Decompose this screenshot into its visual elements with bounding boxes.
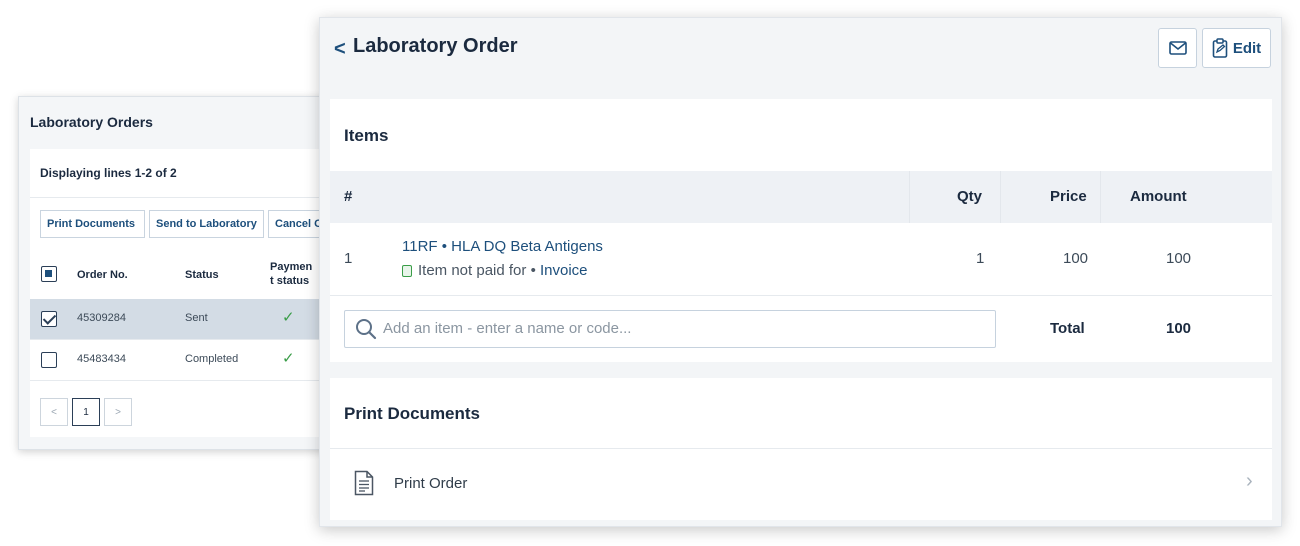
send-to-laboratory-button[interactable]: Send to Laboratory xyxy=(149,210,264,238)
payment-status-line: Item not paid for • Invoice xyxy=(402,262,588,279)
edit-label: Edit xyxy=(1232,39,1262,57)
order-number: 45309284 xyxy=(77,312,126,324)
prev-page-button[interactable]: < xyxy=(40,398,68,426)
divider xyxy=(330,295,1272,296)
col-price: Price xyxy=(1050,188,1087,205)
paid-check-icon: ✓ xyxy=(282,309,295,326)
order-status: Sent xyxy=(185,312,208,324)
laboratory-order-panel: < Laboratory Order Edit Items # Qty Pric… xyxy=(319,17,1282,527)
items-card: Items # Qty Price Amount 1 11RF • HLA DQ… xyxy=(330,99,1272,362)
lines-info: Displaying lines 1-2 of 2 xyxy=(40,166,177,180)
order-header: < Laboratory Order Edit xyxy=(320,18,1281,98)
divider xyxy=(1000,171,1001,223)
item-amount: 100 xyxy=(1166,250,1192,267)
divider xyxy=(909,171,910,223)
edit-button[interactable]: Edit xyxy=(1202,28,1271,68)
invoice-link[interactable]: Invoice xyxy=(540,262,588,279)
select-all-checkbox[interactable] xyxy=(41,266,57,282)
order-status: Completed xyxy=(185,353,239,365)
back-chevron-icon[interactable]: < xyxy=(334,38,346,61)
page-1-button[interactable]: 1 xyxy=(72,398,100,426)
next-page-button[interactable]: > xyxy=(104,398,132,426)
col-order-no: Order No. xyxy=(77,269,128,281)
orders-panel-title: Laboratory Orders xyxy=(30,114,153,130)
col-payment-status-line1: Paymen xyxy=(270,261,313,273)
search-placeholder: Add an item - enter a name or code... xyxy=(383,320,632,337)
payment-status-text: Item not paid for xyxy=(418,262,527,279)
page-title: Laboratory Order xyxy=(353,35,518,57)
total-label: Total xyxy=(1050,320,1085,337)
item-code-name-link[interactable]: 11RF • HLA DQ Beta Antigens xyxy=(402,238,603,255)
item-qty: 1 xyxy=(976,250,985,267)
payment-separator: • xyxy=(526,262,540,279)
print-order-label: Print Order xyxy=(394,475,468,492)
chevron-right-icon: › xyxy=(1246,470,1253,492)
item-number: 1 xyxy=(344,250,353,267)
col-status: Status xyxy=(185,269,219,281)
divider xyxy=(1100,171,1101,223)
row-checkbox[interactable] xyxy=(41,352,57,368)
col-number: # xyxy=(344,188,353,205)
print-order-item[interactable]: Print Order › xyxy=(330,448,1272,520)
document-icon xyxy=(354,470,374,496)
search-icon xyxy=(356,319,377,340)
clipboard-edit-icon xyxy=(1212,38,1228,58)
email-button[interactable] xyxy=(1158,28,1197,68)
items-title: Items xyxy=(344,126,389,145)
payment-document-icon xyxy=(402,264,412,277)
print-documents-title: Print Documents xyxy=(344,404,481,423)
items-table-header: # Qty Price Amount xyxy=(330,171,1272,223)
col-qty: Qty xyxy=(957,188,983,205)
stage: Laboratory Orders Displaying lines 1-2 o… xyxy=(0,0,1300,546)
table-row: 1 11RF • HLA DQ Beta Antigens Item not p… xyxy=(330,223,1272,296)
add-item-search-input[interactable]: Add an item - enter a name or code... xyxy=(344,310,996,348)
col-payment-status: Paymen t status xyxy=(270,260,312,288)
col-amount: Amount xyxy=(1130,188,1187,205)
print-documents-card: Print Documents Print Order › xyxy=(330,378,1272,520)
envelope-icon xyxy=(1168,41,1187,55)
col-payment-status-line2: t status xyxy=(270,275,310,287)
print-documents-button[interactable]: Print Documents xyxy=(40,210,145,238)
order-number: 45483434 xyxy=(77,353,126,365)
total-value: 100 xyxy=(1166,320,1192,337)
item-price: 100 xyxy=(1063,250,1089,267)
row-checkbox[interactable] xyxy=(41,311,57,327)
paid-check-icon: ✓ xyxy=(282,350,295,367)
